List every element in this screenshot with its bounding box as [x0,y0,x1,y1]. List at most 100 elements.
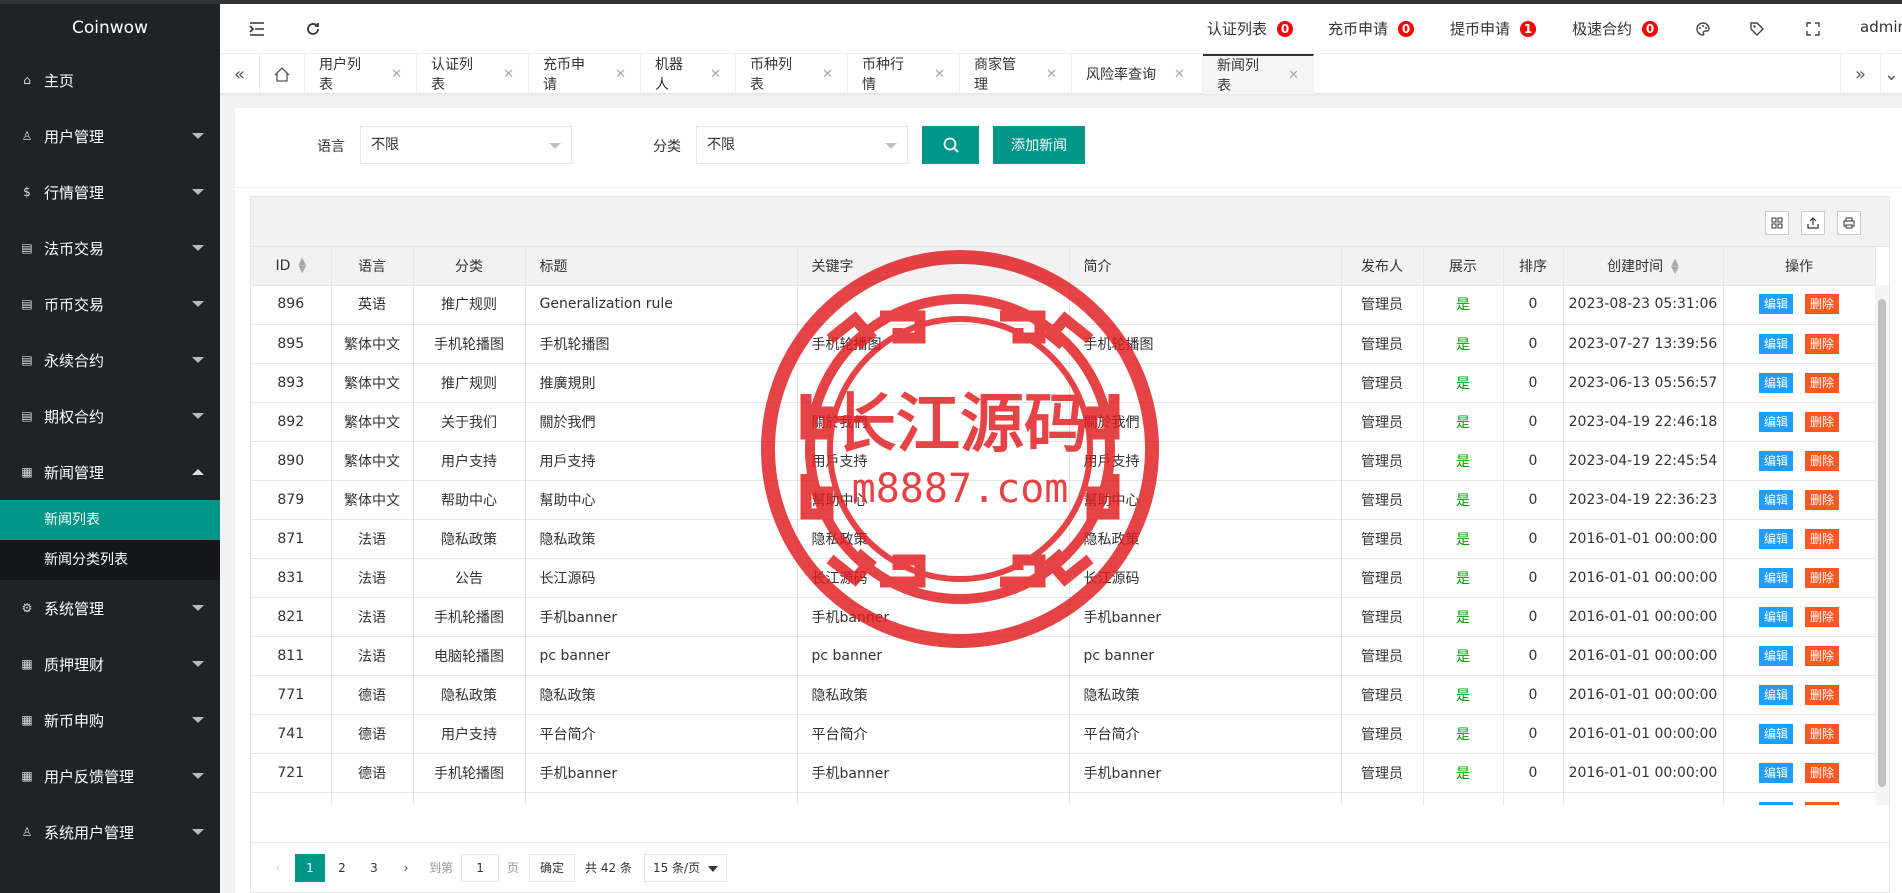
tab-3[interactable]: 充币申请 ✕ [529,54,641,94]
column-header-10[interactable]: 创建时间 ▲ ▼ [1563,247,1724,286]
sidebar-subitem-2[interactable]: 新闻分类列表 [0,540,220,580]
edit-button[interactable]: 编辑 [1758,333,1793,354]
edit-button[interactable]: 编辑 [1758,489,1793,510]
theme-palette-icon[interactable] [1690,16,1716,42]
sidebar-item-3[interactable]: $ 行情管理 [0,164,220,220]
sidebar-item-2[interactable]: ♙ 用户管理 [0,108,220,164]
delete-button[interactable]: 删除 [1805,528,1840,549]
sidebar-item-11[interactable]: ▦ 新币申购 [0,692,220,748]
close-icon[interactable]: ✕ [822,67,833,82]
scrollbar-thumb[interactable] [1878,299,1886,787]
close-icon[interactable]: ✕ [391,67,402,82]
tab-6[interactable]: 币种行情 ✕ [848,54,960,94]
header-link-3[interactable]: 提币申请 1 [1450,18,1537,39]
header-link-4[interactable]: 极速合约 0 [1572,18,1659,39]
delete-button[interactable]: 删除 [1805,762,1840,783]
delete-button[interactable]: 删除 [1805,489,1840,510]
edit-button[interactable]: 编辑 [1758,567,1793,588]
tab-8[interactable]: 风险率查询 ✕ [1072,54,1203,94]
delete-button[interactable]: 删除 [1805,333,1840,354]
sidebar-item-10[interactable]: ▦ 质押理财 [0,636,220,692]
delete-button[interactable]: 删除 [1805,645,1840,666]
sidebar-item-6[interactable]: ▤ 永续合约 [0,332,220,388]
sort-icon[interactable]: ▲ ▼ [1671,257,1679,275]
prev-page-icon[interactable]: ‹ [263,854,293,882]
tab-5[interactable]: 币种列表 ✕ [736,54,848,94]
page-2-button[interactable]: 2 [327,854,357,882]
sidebar-item-8[interactable]: ▦ 新闻管理 [0,444,220,500]
tabs-menu-chevron-icon[interactable]: ⌄ [1880,54,1902,94]
columns-filter-icon[interactable] [1765,211,1789,235]
cell-time: 2016-01-01 00:00:00 [1563,792,1724,805]
sidebar-subitem-1[interactable]: 新闻列表 [0,500,220,540]
page-3-button[interactable]: 3 [359,854,389,882]
print-icon[interactable] [1837,211,1861,235]
delete-button[interactable]: 删除 [1805,411,1840,432]
edit-button[interactable]: 编辑 [1758,294,1793,315]
delete-button[interactable]: 删除 [1805,294,1840,315]
menu-collapse-icon[interactable] [244,16,270,42]
tab-4[interactable]: 机器人 ✕ [641,54,736,94]
page-1-button[interactable]: 1 [295,853,325,882]
close-icon[interactable]: ✕ [934,67,945,82]
close-icon[interactable]: ✕ [503,67,514,82]
category-select[interactable]: 不限 [696,126,908,164]
edit-button[interactable]: 编辑 [1758,684,1793,705]
sidebar-item-12[interactable]: ▦ 用户反馈管理 [0,748,220,804]
tab-9[interactable]: 新闻列表 ✕ [1203,54,1314,94]
close-icon[interactable]: ✕ [1288,68,1299,83]
delete-button[interactable]: 删除 [1805,450,1840,471]
edit-button[interactable]: 编辑 [1758,372,1793,393]
fullscreen-icon[interactable] [1800,16,1826,42]
delete-button[interactable]: 删除 [1805,801,1840,805]
table-scrollbar[interactable] [1875,285,1889,805]
sidebar-item-4[interactable]: ▤ 法币交易 [0,220,220,276]
edit-button[interactable]: 编辑 [1758,606,1793,627]
sidebar-item-5[interactable]: ▤ 币币交易 [0,276,220,332]
edit-button[interactable]: 编辑 [1758,762,1793,783]
close-icon[interactable]: ✕ [615,67,626,82]
sidebar-item-13[interactable]: ♙ 系统用户管理 [0,804,220,860]
sidebar-item-7[interactable]: ▤ 期权合约 [0,388,220,444]
goto-confirm-button[interactable]: 确定 [529,853,576,882]
home-tab-icon[interactable] [260,54,305,94]
delete-button[interactable]: 删除 [1805,684,1840,705]
edit-button[interactable]: 编辑 [1758,801,1793,805]
edit-button[interactable]: 编辑 [1758,528,1793,549]
sidebar-item-1[interactable]: ⌂ 主页 [0,52,220,108]
edit-button[interactable]: 编辑 [1758,450,1793,471]
header-link-1[interactable]: 认证列表 0 [1207,18,1294,39]
tag-icon[interactable] [1744,16,1770,42]
delete-button[interactable]: 删除 [1805,372,1840,393]
column-header-label: 发布人 [1361,258,1403,275]
header-link-2[interactable]: 充币申请 0 [1328,18,1415,39]
category-label: 分类 [653,139,681,155]
export-icon[interactable] [1801,211,1825,235]
tabs-scroll-left-icon[interactable]: « [220,54,260,94]
close-icon[interactable]: ✕ [710,67,721,82]
next-page-icon[interactable]: › [391,854,421,882]
add-news-button[interactable]: 添加新闻 [993,126,1085,164]
edit-button[interactable]: 编辑 [1758,411,1793,432]
tab-7[interactable]: 商家管理 ✕ [960,54,1072,94]
close-icon[interactable]: ✕ [1046,67,1057,82]
delete-button[interactable]: 删除 [1805,606,1840,627]
delete-button[interactable]: 删除 [1805,567,1840,588]
cell-actions: 编辑删除 [1723,753,1875,793]
close-icon[interactable]: ✕ [1174,67,1185,82]
tab-1[interactable]: 用户列表 ✕ [305,54,417,94]
language-select[interactable]: 不限 [360,126,572,164]
edit-button[interactable]: 编辑 [1758,723,1793,744]
delete-button[interactable]: 删除 [1805,723,1840,744]
sidebar-item-9[interactable]: ⚙ 系统管理 [0,580,220,636]
tabs-scroll-right-icon[interactable]: » [1840,54,1880,94]
column-header-1[interactable]: ID ▲ ▼ [251,247,332,286]
edit-button[interactable]: 编辑 [1758,645,1793,666]
page-size-select[interactable]: 15 条/页 [643,853,728,882]
goto-page-input[interactable]: 1 [461,853,500,882]
search-button[interactable] [922,126,979,164]
refresh-icon[interactable] [300,16,326,42]
sort-icon[interactable]: ▲ ▼ [298,256,306,274]
tab-2[interactable]: 认证列表 ✕ [417,54,529,94]
user-menu[interactable]: admin [1860,18,1902,36]
